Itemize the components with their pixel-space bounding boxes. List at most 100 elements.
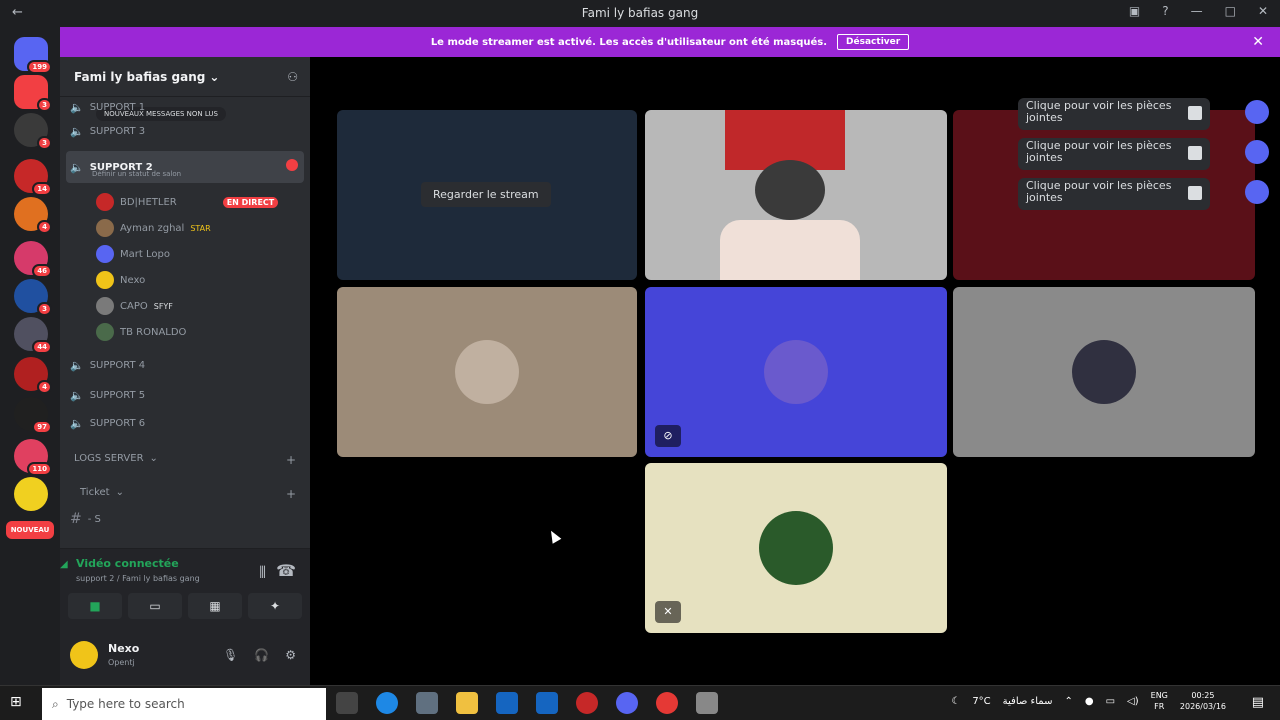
- taskbar-apps: [336, 692, 718, 714]
- chevron-down-icon: ⌄: [115, 487, 124, 498]
- server-icon[interactable]: 110: [14, 439, 52, 476]
- add-channel-icon[interactable]: +: [286, 487, 296, 501]
- watch-stream-button[interactable]: Regarder le stream: [421, 182, 551, 207]
- attachment-notification[interactable]: Clique pour voir les pièces jointes: [1018, 138, 1210, 170]
- server-icon[interactable]: 46: [14, 241, 52, 278]
- voice-user-name: BD|HETLER: [120, 196, 177, 208]
- server-icon[interactable]: 4: [14, 357, 52, 394]
- disconnect-icon[interactable]: ☎: [276, 561, 296, 580]
- category-ticket[interactable]: Ticket ⌄: [80, 487, 124, 498]
- voice-user[interactable]: Mart Lopo: [96, 245, 170, 263]
- notification-center-icon[interactable]: ▤: [1252, 695, 1264, 710]
- webcam-tile[interactable]: [645, 110, 947, 280]
- microphone-icon[interactable]: 🎙: [223, 648, 238, 662]
- voice-user[interactable]: CAPO SFYF: [96, 297, 173, 315]
- voice-user[interactable]: BD|HETLER EN DIRECT: [96, 193, 279, 211]
- participant-tile[interactable]: [337, 287, 637, 457]
- edge-icon[interactable]: [376, 692, 398, 714]
- headphones-icon[interactable]: 🎧: [254, 648, 269, 662]
- voice-status: Vidéo connectée: [76, 557, 179, 570]
- noise-suppression-icon[interactable]: ⫴: [259, 563, 266, 583]
- server-badge: 46: [32, 264, 52, 278]
- tray-chevron-icon[interactable]: ⌃: [1064, 696, 1072, 707]
- taskbar-search[interactable]: ⌕ Type here to search: [42, 688, 326, 720]
- voice-user[interactable]: Nexo: [96, 271, 145, 289]
- search-placeholder: Type here to search: [66, 697, 185, 711]
- channel-support-4[interactable]: 🔈 SUPPORT 4: [70, 359, 145, 372]
- stream-tile[interactable]: Regarder le stream: [337, 110, 637, 280]
- server-icon[interactable]: [14, 477, 48, 511]
- new-server-badge[interactable]: NOUVEAU: [6, 521, 54, 539]
- activities-button[interactable]: ▦: [188, 593, 242, 619]
- server-badge: 199: [27, 60, 52, 74]
- person-body-image: [720, 220, 860, 280]
- store-icon[interactable]: [416, 692, 438, 714]
- server-icon[interactable]: 14: [14, 159, 52, 196]
- voice-action-buttons: ■ ▭ ▦ ✦: [68, 593, 302, 619]
- channel-ticket[interactable]: # - S: [70, 511, 101, 527]
- voice-user-name: Nexo: [120, 274, 146, 286]
- avatar: [1072, 340, 1136, 404]
- channel-status[interactable]: Définir un statut de salon: [92, 170, 181, 178]
- server-icon[interactable]: 3: [14, 113, 52, 150]
- server-icon[interactable]: 3: [14, 75, 52, 112]
- guild-header[interactable]: Fami ly bafias gang ⌄ ⚇: [60, 57, 310, 97]
- weather-temp[interactable]: 7°C: [972, 696, 990, 707]
- minimize-icon[interactable]: —: [1191, 4, 1203, 18]
- voice-user-name: CAPO: [120, 300, 148, 312]
- server-icon[interactable]: 3: [14, 279, 52, 316]
- mail-icon[interactable]: [496, 692, 518, 714]
- server-icon[interactable]: 44: [14, 317, 52, 354]
- voice-user-name: Mart Lopo: [120, 248, 170, 260]
- file-explorer-icon[interactable]: [456, 692, 478, 714]
- chrome-icon[interactable]: [656, 692, 678, 714]
- microphone-icon[interactable]: ●: [1085, 696, 1094, 707]
- network-icon[interactable]: ▭: [1106, 696, 1115, 707]
- task-view-icon[interactable]: [336, 692, 358, 714]
- volume-icon[interactable]: ◁): [1127, 696, 1139, 707]
- shield-icon[interactable]: [696, 692, 718, 714]
- streamer-mode-banner: Le mode streamer est activé. Les accès d…: [60, 27, 1280, 57]
- soundboard-button[interactable]: ✦: [248, 593, 302, 619]
- screen-share-button[interactable]: ▭: [128, 593, 182, 619]
- server-icon[interactable]: 97: [14, 397, 52, 434]
- avatar: [455, 340, 519, 404]
- avatar: [96, 271, 114, 289]
- channel-support-1[interactable]: 🔈 SUPPORT 1: [70, 101, 145, 114]
- clock[interactable]: 00:25 2026/03/16: [1180, 690, 1226, 712]
- voice-user[interactable]: TB RONALDO: [96, 323, 186, 341]
- banner-close-icon[interactable]: ✕: [1252, 34, 1264, 50]
- app-icon[interactable]: [536, 692, 558, 714]
- channel-support-6[interactable]: 🔈 SUPPORT 6: [70, 417, 145, 430]
- inbox-icon[interactable]: ▣: [1129, 4, 1140, 18]
- disable-streamer-button[interactable]: Désactiver: [837, 34, 910, 50]
- home-dm-icon[interactable]: 199: [14, 37, 52, 74]
- participant-tile[interactable]: [953, 287, 1255, 457]
- attachment-notification[interactable]: Clique pour voir les pièces jointes: [1018, 178, 1210, 210]
- voice-user[interactable]: Ayman zghal STAR: [96, 219, 211, 237]
- camera-icon: ■: [89, 599, 101, 613]
- gear-icon[interactable]: ⚙: [285, 648, 296, 662]
- app-icon[interactable]: [576, 692, 598, 714]
- server-badge: 3: [37, 98, 52, 112]
- add-member-icon[interactable]: ⚇: [287, 70, 298, 84]
- category-logs-server[interactable]: LOGS SERVER ⌄: [74, 453, 158, 464]
- participant-tile[interactable]: ✕: [645, 463, 947, 633]
- channel-support-2[interactable]: 🔈 SUPPORT 2 Définir un statut de salon: [66, 151, 304, 183]
- language-indicator[interactable]: ENG FR: [1151, 690, 1168, 712]
- channel-support-5[interactable]: 🔈 SUPPORT 5: [70, 389, 145, 402]
- add-channel-icon[interactable]: +: [286, 453, 296, 467]
- close-window-icon[interactable]: ✕: [1258, 4, 1268, 18]
- help-icon[interactable]: ?: [1162, 4, 1168, 18]
- participant-tile[interactable]: ⊘: [645, 287, 947, 457]
- maximize-icon[interactable]: □: [1225, 4, 1236, 18]
- discord-icon[interactable]: [616, 692, 638, 714]
- channel-support-3[interactable]: 🔈 SUPPORT 3: [70, 125, 145, 138]
- server-icon[interactable]: 4: [14, 197, 52, 234]
- voice-channel-info[interactable]: support 2 / Fami ly bafias gang: [76, 574, 200, 583]
- system-tray: ☾ 7°C سماء صافية ⌃ ● ▭ ◁) ENG FR 00:25 202…: [951, 690, 1226, 712]
- camera-button[interactable]: ■: [68, 593, 122, 619]
- attachment-notification[interactable]: Clique pour voir les pièces jointes: [1018, 98, 1210, 130]
- avatar[interactable]: [70, 641, 98, 669]
- windows-start-icon[interactable]: ⊞: [10, 694, 28, 712]
